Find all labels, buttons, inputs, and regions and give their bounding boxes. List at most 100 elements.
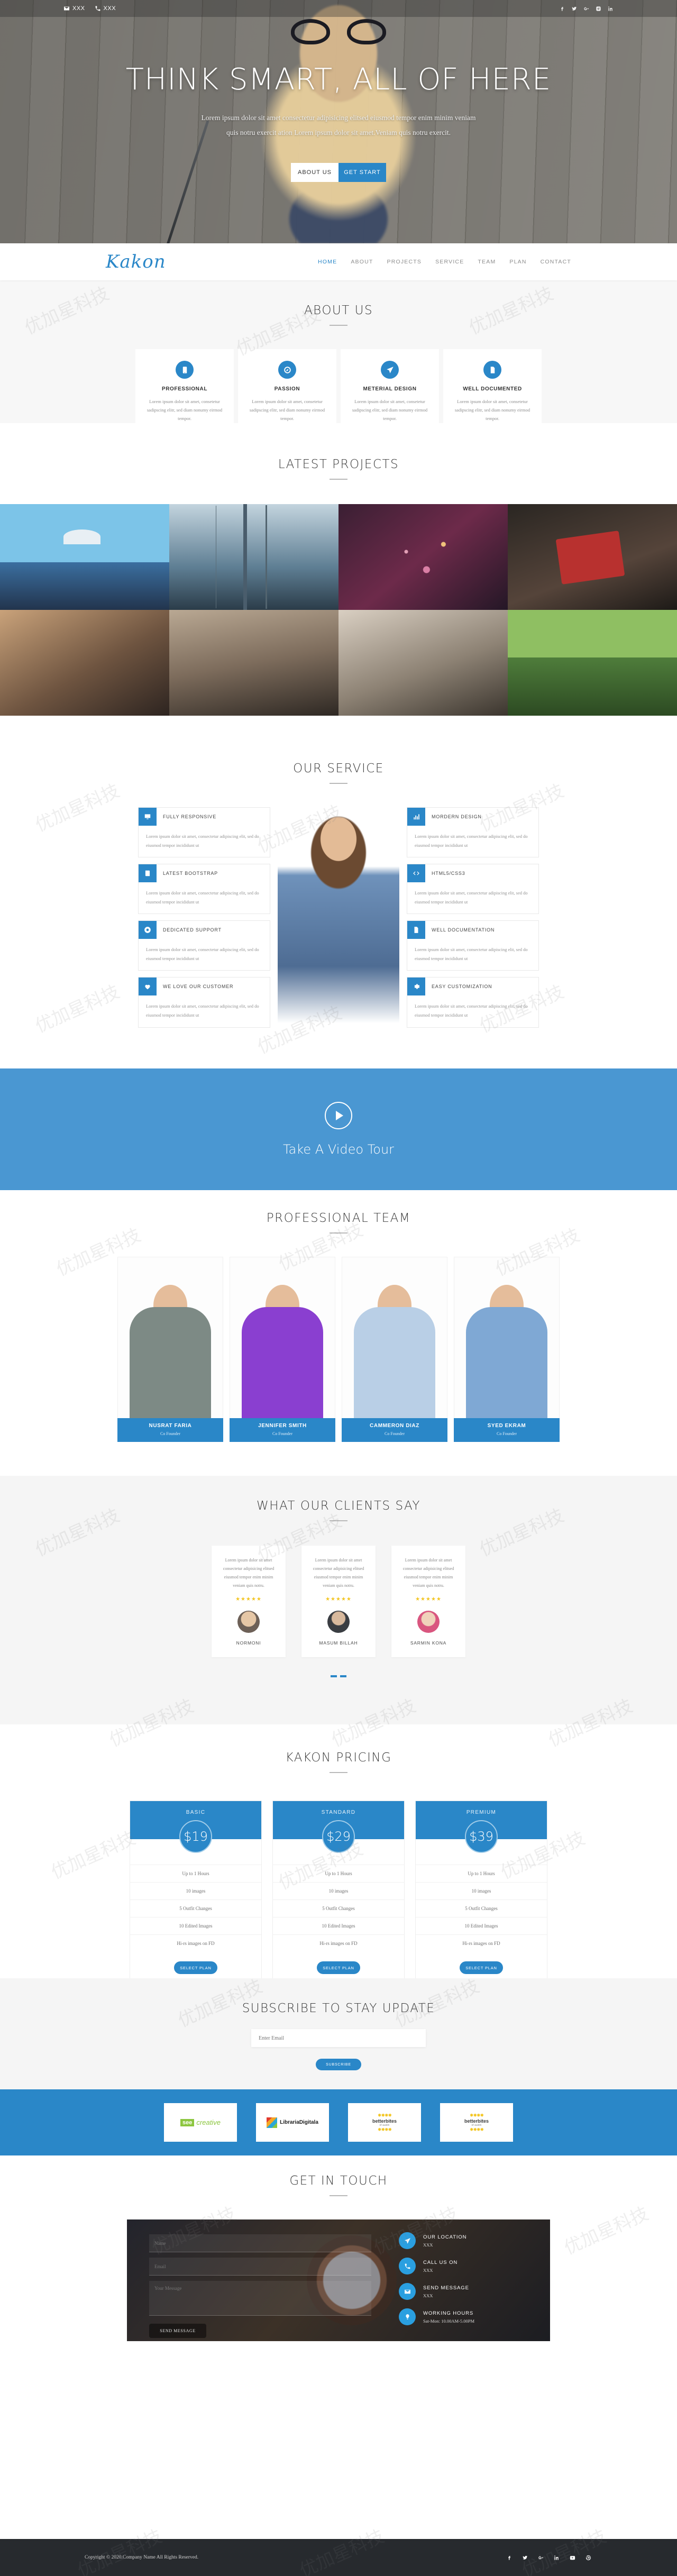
nav-item-home[interactable]: HOME <box>318 259 337 265</box>
topbar-phone-value: XXX <box>103 5 116 12</box>
nav-item-plan[interactable]: PLAN <box>509 259 526 265</box>
team-member-card[interactable]: JENNIFER SMITH Co Founder <box>230 1257 335 1442</box>
bar-chart-icon <box>407 808 425 826</box>
testimonial-card[interactable]: Lorem ipsum dolor sit amet consectetur a… <box>212 1546 286 1657</box>
play-icon[interactable] <box>325 1102 352 1129</box>
heart-icon <box>139 978 157 996</box>
team-member-card[interactable]: NUSRAT FARIA Co Founder <box>117 1257 223 1442</box>
about-card[interactable]: PASSION Lorem ipsum dolor sit amet, cons… <box>238 349 336 428</box>
plan-feature: 10 Edited Images <box>416 1917 547 1934</box>
subscribe-button[interactable]: SUBSCRIBE <box>316 2059 361 2070</box>
project-thumb-paraglider[interactable] <box>0 504 169 610</box>
nav-item-about[interactable]: ABOUT <box>351 259 373 265</box>
project-thumb-park-couple[interactable] <box>508 610 677 716</box>
sponsor-logo-betterbites-1[interactable]: ✹✹✹✹ betterbites of austin ✹✹✹✹ <box>348 2103 421 2142</box>
wheat-burst-icon-2: ✹✹✹✹ <box>469 2126 484 2132</box>
select-plan-button[interactable]: SELECT PLAN <box>460 1961 503 1974</box>
testimonial-card[interactable]: Lorem ipsum dolor sit amet consectetur a… <box>391 1546 465 1657</box>
team-member-card[interactable]: CAMMERON DIAZ Co Founder <box>342 1257 447 1442</box>
project-thumb-bridge[interactable] <box>169 504 338 610</box>
google-plus-icon[interactable] <box>583 6 589 12</box>
top-contact-bar: XXX XXX <box>0 0 677 17</box>
sponsor-logo-betterbites-2[interactable]: ✹✹✹✹ betterbites of austin ✹✹✹✹ <box>440 2103 513 2142</box>
linkedin-icon[interactable] <box>552 2553 561 2562</box>
get-start-button[interactable]: GET START <box>338 162 386 182</box>
google-plus-icon[interactable] <box>536 2553 545 2562</box>
carousel-dot-2[interactable] <box>340 1675 346 1677</box>
rating-stars: ★★★★★ <box>415 1596 442 1602</box>
nav-item-contact[interactable]: CONTACT <box>541 259 571 265</box>
service-card[interactable]: HTML5/CSS3 Lorem ipsum dolor sit amet, c… <box>407 864 539 915</box>
topbar-email[interactable]: XXX <box>63 5 85 12</box>
facebook-icon[interactable] <box>505 2553 513 2562</box>
sponsor-logo-libraria-digitala[interactable]: LibrariaDigitala <box>256 2103 329 2142</box>
team-member-photo <box>454 1257 560 1418</box>
testimonials-section: WHAT OUR CLIENTS SAY Lorem ipsum dolor s… <box>0 1476 677 1724</box>
facebook-icon[interactable] <box>559 6 565 12</box>
project-thumb-black-coat[interactable] <box>169 610 338 716</box>
youtube-icon[interactable] <box>568 2553 577 2562</box>
video-tour-section: Take A Video Tour <box>0 1068 677 1190</box>
nav-item-team[interactable]: TEAM <box>478 259 496 265</box>
testimonial-card[interactable]: Lorem ipsum dolor sit amet consectetur a… <box>301 1546 376 1657</box>
project-thumb-plaid-shirt[interactable] <box>0 610 169 716</box>
copyright-text: Copyright © 2020.Company Name All Rights… <box>85 2555 199 2560</box>
dribbble-icon[interactable] <box>584 2553 592 2562</box>
twitter-icon[interactable] <box>571 6 577 12</box>
service-card[interactable]: FULLY RESPONSIVE Lorem ipsum dolor sit a… <box>138 807 270 858</box>
service-card-text: Lorem ipsum dolor sit amet, consectetur … <box>415 947 528 961</box>
wheat-burst-icon: ✹✹✹✹ <box>377 2112 392 2118</box>
instagram-icon[interactable] <box>596 6 601 12</box>
service-card[interactable]: WELL DOCUMENTATION Lorem ipsum dolor sit… <box>407 920 539 971</box>
project-thumb-cafe[interactable] <box>338 610 508 716</box>
about-card-text: Lorem ipsum dolor sit amet, consetetur s… <box>454 399 530 422</box>
subscribe-section: SUBSCRIBE TO STAY UPDATE SUBSCRIBE <box>0 1978 677 2089</box>
project-thumb-red-book[interactable] <box>508 504 677 610</box>
name-input[interactable] <box>149 2234 371 2252</box>
service-card[interactable]: DEDICATED SUPPORT Lorem ipsum dolor sit … <box>138 920 270 971</box>
service-card[interactable]: EASY CUSTOMIZATION Lorem ipsum dolor sit… <box>407 977 539 1028</box>
about-card[interactable]: METERIAL DESIGN Lorem ipsum dolor sit am… <box>341 349 439 428</box>
service-card[interactable]: LATEST BOOTSTRAP Lorem ipsum dolor sit a… <box>138 864 270 915</box>
about-us-button[interactable]: ABOUT US <box>291 162 338 182</box>
email-input[interactable] <box>149 2258 371 2276</box>
plan-feature: 10 Edited Images <box>273 1917 404 1934</box>
about-card-title: WELL DOCUMENTED <box>463 386 522 392</box>
section-divider <box>330 1232 347 1234</box>
select-plan-button[interactable]: SELECT PLAN <box>174 1961 217 1974</box>
nav-item-service[interactable]: SERVICE <box>435 259 464 265</box>
nav-item-projects[interactable]: PROJECTS <box>387 259 422 265</box>
projects-section: LATEST PROJECTS <box>0 458 677 716</box>
project-thumb-bokeh-hearts[interactable] <box>338 504 508 610</box>
sponsor-logo-see-creative[interactable]: see creative <box>164 2103 237 2142</box>
select-plan-button[interactable]: SELECT PLAN <box>317 1961 360 1974</box>
team-member-role: Co Founder <box>160 1431 180 1436</box>
footer-social-links <box>505 2553 592 2562</box>
send-message-button[interactable]: SEND MESSAGE <box>149 2324 206 2338</box>
twitter-icon[interactable] <box>520 2553 529 2562</box>
about-card[interactable]: PROFESSIONAL Lorem ipsum dolor sit amet,… <box>135 349 234 428</box>
team-member-card[interactable]: SYED EKRAM Co Founder <box>454 1257 560 1442</box>
contact-info-phone: CALL US ON XXX <box>399 2258 531 2274</box>
subscribe-email-input[interactable] <box>251 2029 426 2047</box>
topbar-phone[interactable]: XXX <box>95 5 116 12</box>
section-divider <box>330 2195 347 2196</box>
sponsors-band: see creative LibrariaDigitala ✹✹✹✹ better… <box>0 2089 677 2155</box>
about-card[interactable]: WELL DOCUMENTED Lorem ipsum dolor sit am… <box>443 349 542 428</box>
message-textarea[interactable] <box>149 2281 371 2316</box>
hero-title: THINK SMART, ALL OF HERE <box>125 62 552 97</box>
linkedin-icon[interactable] <box>608 6 614 12</box>
site-logo[interactable]: Kakon <box>106 251 166 272</box>
testimonial-name: NORMONI <box>236 1640 261 1646</box>
about-card-text: Lorem ipsum dolor sit amet, consetetur s… <box>249 399 325 422</box>
contact-info-label: OUR LOCATION <box>423 2234 467 2240</box>
service-section: OUR SERVICE FULLY RESPONSIVE Lorem ipsum… <box>0 762 677 1058</box>
contact-info-value: XXX <box>423 2242 433 2248</box>
service-card-text: Lorem ipsum dolor sit amet, consectetur … <box>415 834 528 848</box>
rating-stars: ★★★★★ <box>235 1596 262 1602</box>
plan-price: $29 <box>322 1820 355 1853</box>
service-card[interactable]: MORDERN DESIGN Lorem ipsum dolor sit ame… <box>407 807 539 858</box>
team-member-role: Co Founder <box>385 1431 405 1436</box>
carousel-dot-1[interactable] <box>331 1675 337 1677</box>
service-card[interactable]: WE LOVE OUR CUSTOMER Lorem ipsum dolor s… <box>138 977 270 1028</box>
